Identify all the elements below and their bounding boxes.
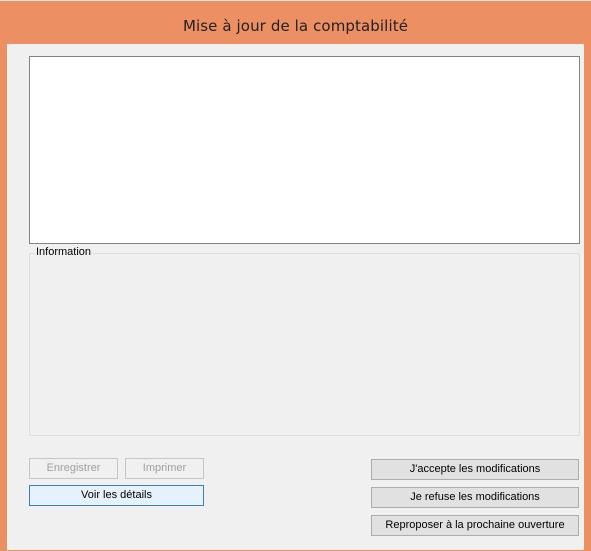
- save-button[interactable]: Enregistrer: [29, 458, 118, 479]
- information-legend: Information: [35, 246, 94, 258]
- postpone-button[interactable]: Reproposer à la prochaine ouverture: [371, 515, 579, 536]
- window-right-border: [584, 44, 590, 551]
- accept-changes-button[interactable]: J'accepte les modifications: [371, 459, 579, 480]
- window-left-border: [1, 44, 7, 551]
- update-dialog: Mise à jour de la comptabilité Informati…: [0, 0, 591, 551]
- title-bar[interactable]: Mise à jour de la comptabilité: [0, 0, 591, 44]
- details-textarea[interactable]: [29, 56, 580, 244]
- view-details-button[interactable]: Voir les détails: [29, 485, 204, 506]
- refuse-changes-button[interactable]: Je refuse les modifications: [371, 487, 579, 508]
- print-button[interactable]: Imprimer: [125, 458, 204, 479]
- information-groupbox: [29, 253, 580, 436]
- window-title: Mise à jour de la comptabilité: [182, 17, 409, 35]
